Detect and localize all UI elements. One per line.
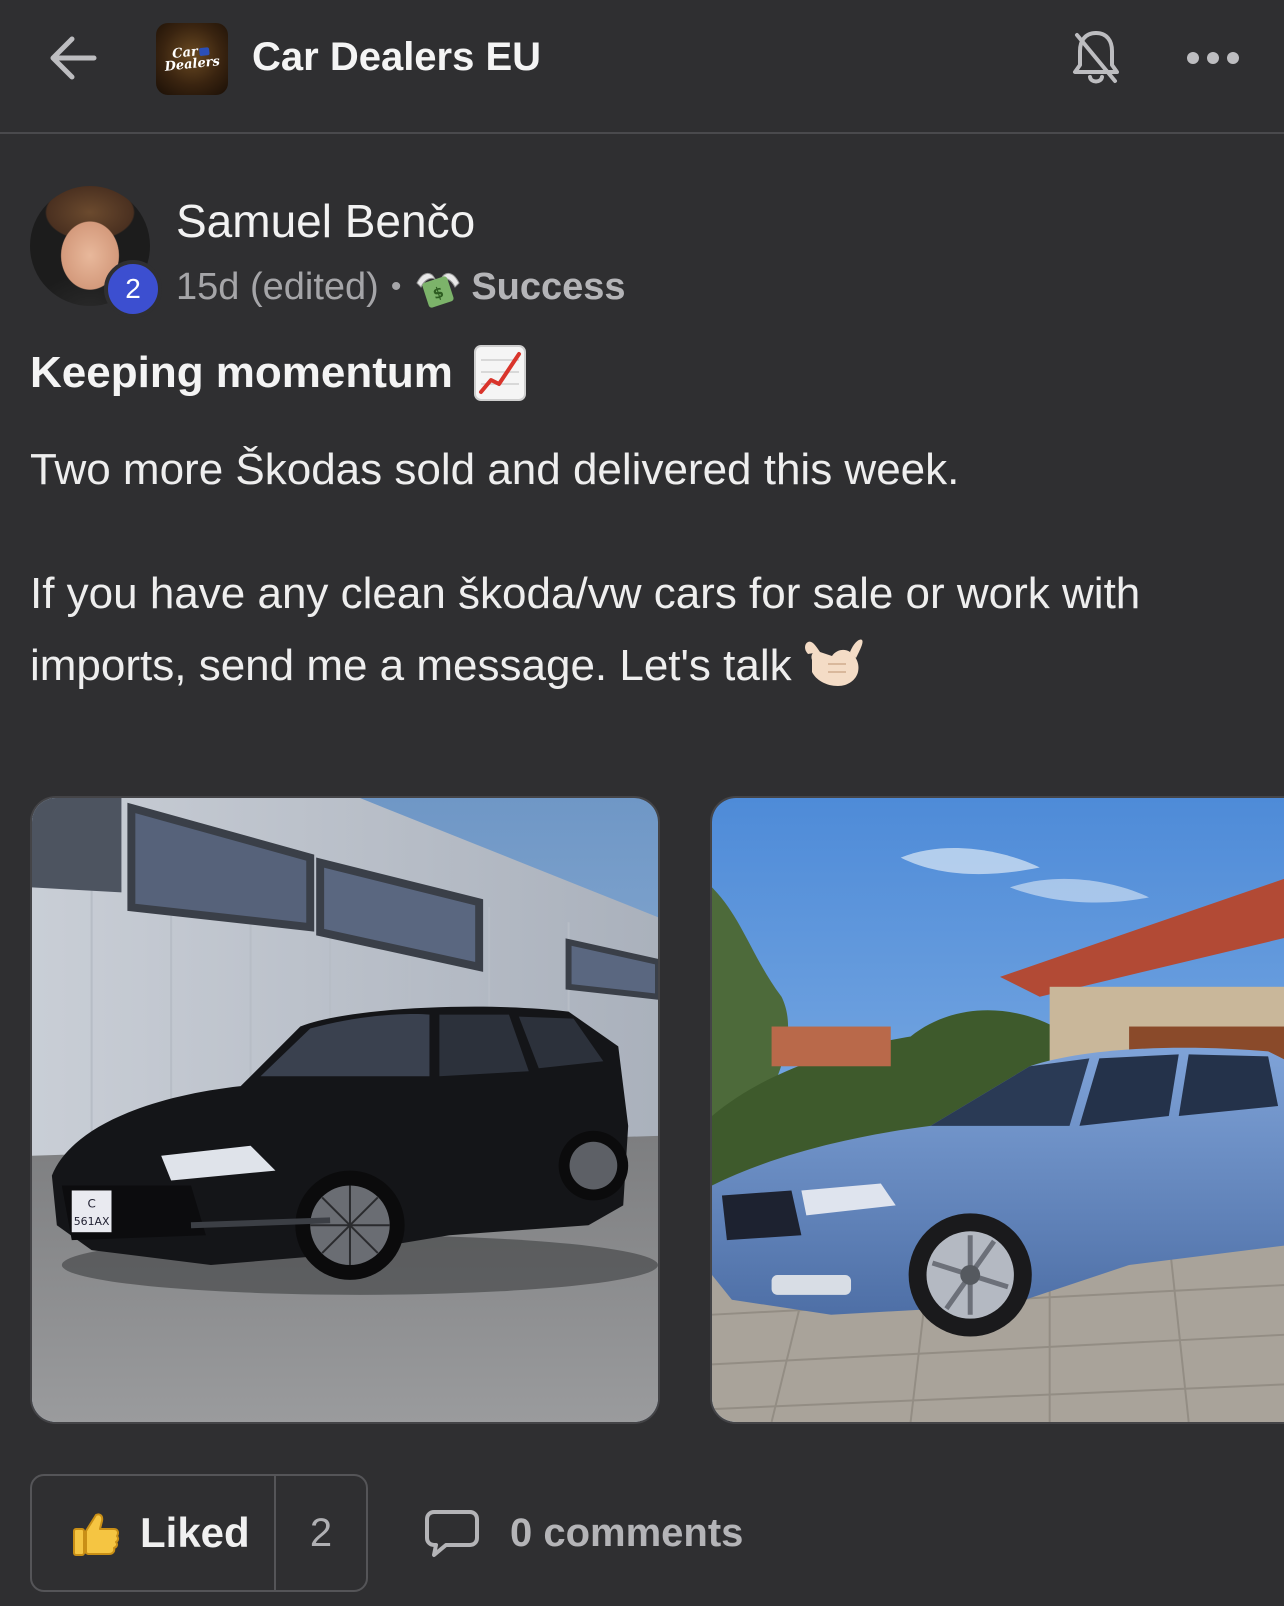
bell-off-icon <box>1073 31 1119 84</box>
arrow-left-icon <box>50 36 97 80</box>
author-avatar-wrapper[interactable]: 2 <box>30 186 162 318</box>
level-badge: 2 <box>104 260 162 318</box>
like-button[interactable]: Liked <box>32 1476 276 1590</box>
post-image-2[interactable] <box>710 796 1284 1424</box>
blue-car-photo <box>712 798 1284 1422</box>
post-paragraph-2-wrapper: If you have any clean škoda/vw cars for … <box>30 558 1260 702</box>
ellipsis-icon <box>1187 52 1239 64</box>
plate-line-1: C <box>87 1196 95 1210</box>
meta-separator: • <box>390 270 402 303</box>
group-logo[interactable]: Car Dealers <box>156 23 228 95</box>
logo-text: Car Dealers <box>164 44 221 75</box>
more-options-button[interactable] <box>1180 28 1246 88</box>
post-time: 15d (edited) <box>176 265 379 308</box>
comments-button[interactable]: 0 comments <box>424 1500 743 1566</box>
top-bar: Car Dealers Car Dealers EU <box>0 0 1284 134</box>
post-paragraph-1: Two more Škodas sold and delivered this … <box>30 445 960 494</box>
comment-bubble-icon <box>425 1510 479 1557</box>
post-title: Keeping momentum <box>30 342 527 404</box>
black-car-photo: C 561AX <box>32 798 658 1422</box>
thumbs-up-icon <box>73 1513 120 1556</box>
post-paragraph-2: If you have any clean škoda/vw cars for … <box>30 569 1141 690</box>
group-title[interactable]: Car Dealers EU <box>252 32 541 82</box>
notifications-button[interactable] <box>1064 26 1128 90</box>
chart-increasing-icon <box>473 345 526 401</box>
call-me-hand-icon <box>804 639 863 686</box>
post-image-1[interactable]: C 561AX <box>30 796 660 1424</box>
plate-line-2: 561AX <box>74 1215 110 1228</box>
comments-label: 0 comments <box>510 1510 744 1555</box>
author-name[interactable]: Samuel Benčo <box>176 194 475 248</box>
like-label: Liked <box>140 1509 250 1556</box>
post-category[interactable]: Success <box>471 266 625 309</box>
back-button[interactable] <box>40 28 106 88</box>
post-meta: 15d (edited) • $ Success <box>176 262 626 312</box>
money-with-wings-icon: $ <box>416 273 460 308</box>
like-count[interactable]: 2 <box>276 1476 366 1590</box>
post-page: Car Dealers Car Dealers EU 2 Samuel Benč… <box>0 0 1284 1606</box>
post-title-text: Keeping momentum <box>30 348 453 397</box>
like-control: Liked 2 <box>30 1474 368 1592</box>
